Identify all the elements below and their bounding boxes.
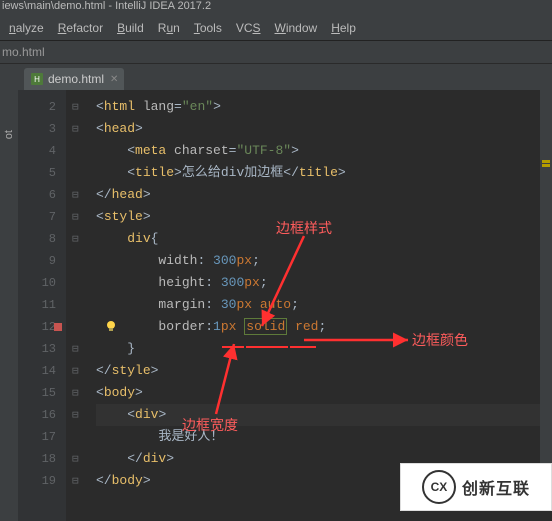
menu-analyze[interactable]: nalyze [2, 19, 51, 37]
fold-toggle[interactable]: ⊟ [66, 404, 96, 426]
line-number: 14 [18, 360, 66, 382]
tab-label: demo.html [48, 72, 104, 86]
warning-marker[interactable] [542, 160, 550, 163]
fold-toggle[interactable]: ⊟ [66, 470, 96, 492]
line-number: 10 [18, 272, 66, 294]
code-line[interactable]: height: 300px; [96, 272, 552, 294]
line-gutter: 2345678910111213141516171819 [18, 90, 66, 521]
code-line[interactable]: </head> [96, 184, 552, 206]
line-number: 11 [18, 294, 66, 316]
menu-run[interactable]: Run [151, 19, 187, 37]
close-icon[interactable]: ✕ [110, 74, 118, 85]
fold-gutter: ⊟⊟⊟⊟⊟⊟⊟⊟⊟⊟⊟ [66, 90, 96, 521]
line-number: 13 [18, 338, 66, 360]
code-line[interactable]: margin: 30px auto; [96, 294, 552, 316]
error-marker[interactable] [54, 323, 62, 331]
main-menu: nalyze Refactor Build Run Tools VCS Wind… [0, 16, 552, 41]
line-number: 4 [18, 140, 66, 162]
code-line[interactable]: } [96, 338, 552, 360]
fold-toggle[interactable]: ⊟ [66, 118, 96, 140]
fold-toggle[interactable]: ⊟ [66, 206, 96, 228]
breadcrumb[interactable]: mo.html [0, 41, 552, 64]
line-number: 18 [18, 448, 66, 470]
menu-help[interactable]: Help [324, 19, 363, 37]
line-number: 2 [18, 96, 66, 118]
tool-window-label[interactable]: ot [3, 130, 15, 139]
code-line[interactable]: <title>怎么给div加边框</title> [96, 162, 552, 184]
underline-1px [222, 346, 244, 348]
menu-tools[interactable]: Tools [187, 19, 229, 37]
line-number: 6 [18, 184, 66, 206]
watermark-logo: CX 创新互联 [400, 463, 552, 511]
left-tool-strip: ot [0, 90, 18, 521]
svg-text:H: H [34, 75, 40, 84]
intention-bulb-icon[interactable] [104, 319, 118, 337]
code-area[interactable]: <html lang="en"><head> <meta charset="UT… [96, 90, 552, 492]
fold-toggle [66, 140, 96, 162]
code-editor[interactable]: 2345678910111213141516171819 ⊟⊟⊟⊟⊟⊟⊟⊟⊟⊟⊟… [18, 90, 552, 521]
warning-marker[interactable] [542, 164, 550, 167]
code-line[interactable]: width: 300px; [96, 250, 552, 272]
tab-demo-html[interactable]: H demo.html ✕ [24, 68, 124, 90]
fold-toggle [66, 294, 96, 316]
watermark-icon: CX [422, 470, 456, 504]
annotation-border-color: 边框颜色 [412, 330, 468, 350]
error-stripe[interactable] [540, 90, 552, 470]
code-line[interactable]: <div> [96, 404, 552, 426]
code-line[interactable]: <meta charset="UTF-8"> [96, 140, 552, 162]
fold-toggle[interactable]: ⊟ [66, 184, 96, 206]
underline-red [290, 346, 316, 348]
fold-toggle [66, 250, 96, 272]
watermark-text: 创新互联 [462, 475, 530, 499]
annotation-border-width: 边框宽度 [182, 415, 238, 435]
fold-toggle [66, 426, 96, 448]
fold-toggle[interactable]: ⊟ [66, 96, 96, 118]
editor-tabs: H demo.html ✕ [0, 64, 552, 93]
menu-window[interactable]: Window [268, 19, 325, 37]
line-number: 15 [18, 382, 66, 404]
line-number: 8 [18, 228, 66, 250]
window-title: iews\main\demo.html - IntelliJ IDEA 2017… [0, 0, 552, 16]
line-number: 3 [18, 118, 66, 140]
menu-refactor[interactable]: Refactor [51, 19, 110, 37]
fold-toggle[interactable]: ⊟ [66, 228, 96, 250]
code-line[interactable]: <head> [96, 118, 552, 140]
fold-toggle [66, 162, 96, 184]
html-file-icon: H [30, 72, 44, 86]
annotation-border-style: 边框样式 [276, 218, 332, 238]
code-line[interactable]: <body> [96, 382, 552, 404]
fold-toggle[interactable]: ⊟ [66, 382, 96, 404]
fold-toggle [66, 272, 96, 294]
code-line[interactable]: border:1px solid red; [96, 316, 552, 338]
code-line[interactable]: <html lang="en"> [96, 96, 552, 118]
line-number: 5 [18, 162, 66, 184]
line-number: 19 [18, 470, 66, 492]
fold-toggle[interactable]: ⊟ [66, 338, 96, 360]
menu-vcs[interactable]: VCS [229, 19, 268, 37]
line-number: 16 [18, 404, 66, 426]
fold-toggle [66, 316, 96, 338]
line-number: 9 [18, 250, 66, 272]
code-line[interactable]: 我是好人！ [96, 426, 552, 448]
code-line[interactable]: </style> [96, 360, 552, 382]
fold-toggle[interactable]: ⊟ [66, 448, 96, 470]
menu-build[interactable]: Build [110, 19, 151, 37]
line-number: 7 [18, 206, 66, 228]
line-number: 17 [18, 426, 66, 448]
underline-solid [246, 346, 288, 348]
fold-toggle[interactable]: ⊟ [66, 360, 96, 382]
